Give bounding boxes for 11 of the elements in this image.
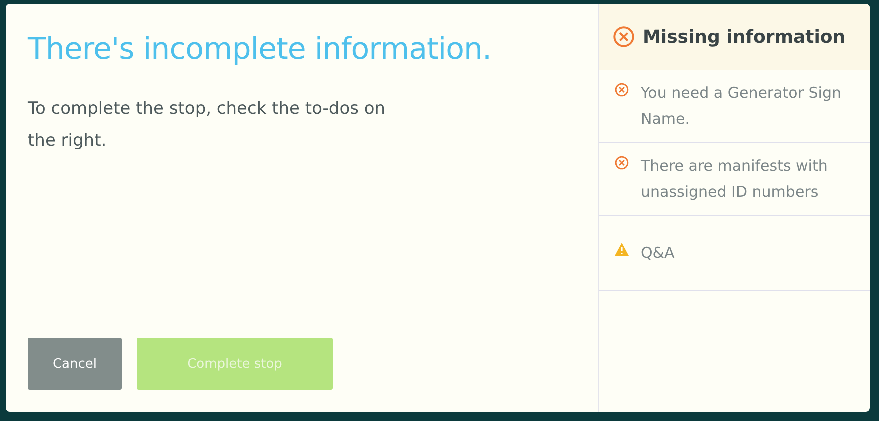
error-icon bbox=[615, 156, 629, 170]
cancel-button[interactable]: Cancel bbox=[28, 338, 122, 390]
error-icon bbox=[613, 26, 635, 48]
dialog-message: To complete the stop, check the to-dos on the right. bbox=[28, 98, 387, 153]
todo-item-text[interactable]: There are manifests with unassigned ID numbers bbox=[641, 153, 858, 205]
error-icon bbox=[615, 83, 629, 97]
dialog-title: There's incomplete information. bbox=[28, 32, 493, 67]
warning-icon bbox=[615, 243, 629, 256]
todo-item-text[interactable]: You need a Generator Sign Name. bbox=[641, 80, 858, 132]
todo-title: Missing information bbox=[643, 26, 846, 48]
todo-item-text[interactable]: Q&A bbox=[641, 240, 675, 266]
